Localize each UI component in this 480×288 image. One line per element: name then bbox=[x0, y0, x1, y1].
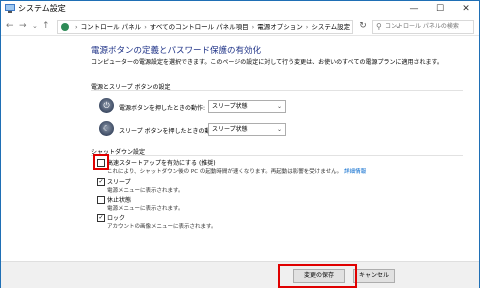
control-panel-icon bbox=[5, 4, 15, 13]
lock-checkbox[interactable]: ✓ bbox=[97, 214, 105, 222]
address-box[interactable]: › コントロール パネル › すべてのコントロール パネル項目 › 電源オプション › システ… bbox=[57, 20, 401, 34]
chevron-down-icon: ⌄ bbox=[276, 103, 282, 110]
section-divider bbox=[91, 155, 463, 156]
lock-description: アカウントの画像メニューに表示されます。 bbox=[107, 224, 217, 230]
lock-label[interactable]: ロック bbox=[107, 213, 125, 222]
breadcrumb-separator: › bbox=[75, 23, 78, 31]
sleep-checkbox[interactable]: ✓ bbox=[97, 178, 105, 186]
page-title: 電源ボタンの定義とパスワード保護の有効化 bbox=[91, 46, 262, 56]
search-box[interactable]: ⚲ bbox=[372, 20, 474, 34]
main-content: 電源ボタンの定義とパスワード保護の有効化 コンピューターの電源設定を選択できます… bbox=[1, 36, 479, 261]
hibernate-label[interactable]: 休止状態 bbox=[107, 195, 131, 204]
breadcrumb-separator: › bbox=[305, 23, 309, 31]
power-button-action-value: スリープ状態 bbox=[212, 103, 248, 110]
breadcrumb-separator: › bbox=[144, 23, 147, 31]
sleep-button-action-select[interactable]: スリープ状態 ⌄ bbox=[208, 123, 286, 136]
breadcrumb-item-system-settings[interactable]: システム設定 bbox=[311, 23, 350, 31]
fast-startup-label[interactable]: 高速スタートアップを有効にする (推奨) bbox=[107, 158, 216, 167]
control-panel-globe-icon bbox=[61, 23, 69, 31]
system-settings-window: システム設定 — ☐ ✕ ← → ⌄ ↑ › コントロール パネル › すべてのコント… bbox=[0, 0, 480, 288]
close-button[interactable]: ✕ bbox=[453, 1, 479, 17]
footer-bar: 変更の保存 キャンセル bbox=[1, 261, 479, 288]
maximize-button[interactable]: ☐ bbox=[427, 1, 453, 17]
power-button-label: 電源ボタンを押したときの動作: bbox=[119, 105, 206, 112]
breadcrumb-item-all-items[interactable]: すべてのコントロール パネル項目 bbox=[150, 23, 249, 31]
save-button-highlight bbox=[278, 264, 357, 288]
window-title: システム設定 bbox=[18, 4, 66, 13]
section-divider bbox=[91, 90, 463, 91]
hibernate-description: 電源メニューに表示されます。 bbox=[107, 206, 184, 212]
breadcrumb-separator: › bbox=[251, 23, 255, 31]
breadcrumb: › コントロール パネル › すべてのコントロール パネル項目 › 電源オプション › システ… bbox=[72, 22, 350, 32]
sleep-button-icon: ☾ bbox=[99, 121, 114, 136]
sleep-description: 電源メニューに表示されます。 bbox=[107, 188, 184, 194]
address-bar-row: ← → ⌄ ↑ › コントロール パネル › すべてのコントロール パネル項目 › 電源オ… bbox=[1, 17, 479, 36]
search-input[interactable] bbox=[385, 22, 469, 31]
sleep-label[interactable]: スリープ bbox=[107, 177, 131, 186]
page-description: コンピューターの電源設定を選択できます。このページの設定に対して行う変更は、お使… bbox=[91, 59, 443, 66]
up-arrow-icon[interactable]: ↑ bbox=[42, 20, 50, 32]
back-arrow-icon[interactable]: ← bbox=[6, 20, 14, 32]
sleep-button-label: スリープ ボタンを押したときの動作: bbox=[119, 128, 219, 135]
breadcrumb-item-control-panel[interactable]: コントロール パネル bbox=[81, 23, 142, 31]
forward-arrow-icon[interactable]: → bbox=[19, 20, 27, 32]
recent-locations-dropdown-icon[interactable]: ⌄ bbox=[32, 20, 38, 32]
fast-startup-description: これにより、シャットダウン後の PC の起動時間が速くなります。再起動は影響を受… bbox=[107, 167, 366, 175]
title-bar: システム設定 — ☐ ✕ bbox=[1, 1, 479, 17]
fast-startup-highlight bbox=[93, 154, 109, 170]
power-button-icon: ⏻ bbox=[99, 98, 114, 113]
power-button-action-select[interactable]: スリープ状態 ⌄ bbox=[208, 100, 286, 113]
search-icon: ⚲ bbox=[376, 22, 382, 31]
chevron-down-icon: ⌄ bbox=[276, 126, 282, 133]
refresh-icon[interactable]: ↻ bbox=[357, 20, 369, 32]
sleep-button-action-value: スリープ状態 bbox=[212, 126, 248, 133]
fast-startup-description-text: これにより、シャットダウン後の PC の起動時間が速くなります。再起動は影響を受… bbox=[107, 169, 343, 175]
breadcrumb-item-power-options[interactable]: 電源オプション bbox=[257, 23, 303, 31]
hibernate-checkbox[interactable] bbox=[97, 196, 105, 204]
cancel-button[interactable]: キャンセル bbox=[353, 269, 395, 283]
more-info-link[interactable]: 詳細情報 bbox=[344, 169, 366, 175]
minimize-button[interactable]: — bbox=[401, 1, 427, 17]
